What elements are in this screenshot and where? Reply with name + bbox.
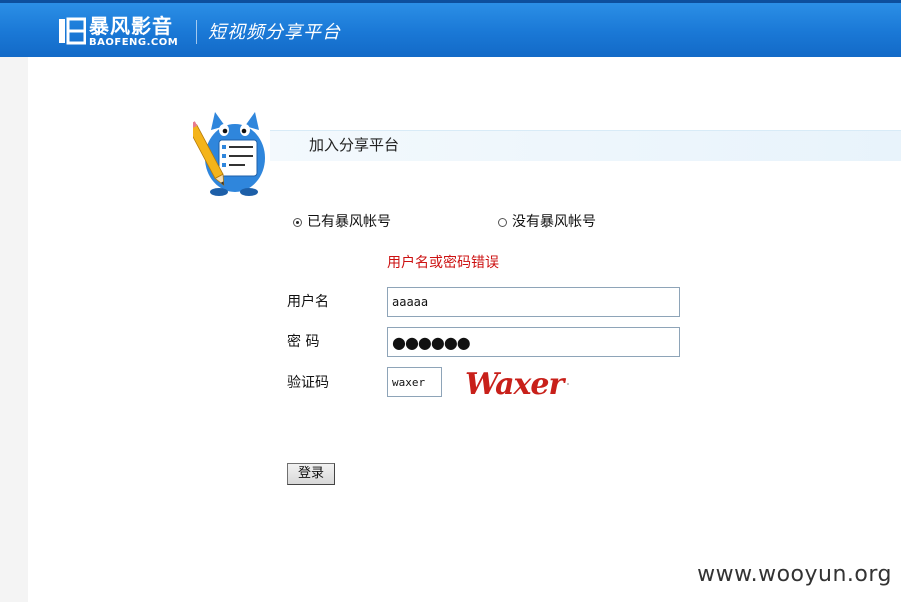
captcha-label: 验证码 — [287, 375, 329, 391]
header-tagline: 短视频分享平台 — [208, 22, 341, 43]
password-input[interactable]: ●●●●●● — [387, 327, 680, 357]
radio-existing-account-label: 已有暴风帐号 — [307, 214, 391, 230]
header-divider — [196, 20, 197, 44]
password-label: 密 码 — [287, 334, 320, 350]
radio-button-unchecked[interactable] — [498, 217, 507, 227]
wooyun-watermark: www.wooyun.org — [697, 562, 892, 587]
password-masked-value: ●●●●●● — [392, 332, 471, 352]
radio-existing-account[interactable]: 已有暴风帐号 — [293, 213, 391, 231]
baofeng-logo[interactable]: 暴风影音 BAOFENG.COM — [58, 15, 188, 49]
username-label: 用户名 — [287, 294, 329, 310]
radio-button-checked[interactable] — [293, 217, 302, 227]
radio-no-account[interactable]: 没有暴风帐号 — [498, 213, 596, 231]
captcha-input[interactable] — [387, 367, 442, 397]
logo-chinese-text: 暴风影音 — [89, 14, 173, 38]
captcha-text: Waxer — [465, 367, 566, 402]
site-header: 暴风影音 BAOFENG.COM 短视频分享平台 — [0, 0, 901, 57]
baofeng-logo-icon — [59, 17, 86, 45]
logo-english-text: BAOFENG.COM — [89, 37, 179, 48]
login-button[interactable]: 登录 — [287, 463, 335, 485]
mascot-icon — [193, 112, 265, 196]
username-input[interactable] — [387, 287, 680, 317]
captcha-image[interactable]: Waxer — [463, 366, 573, 402]
radio-no-account-label: 没有暴风帐号 — [512, 214, 596, 230]
error-message: 用户名或密码错误 — [387, 255, 499, 271]
page-title: 加入分享平台 — [309, 136, 400, 154]
